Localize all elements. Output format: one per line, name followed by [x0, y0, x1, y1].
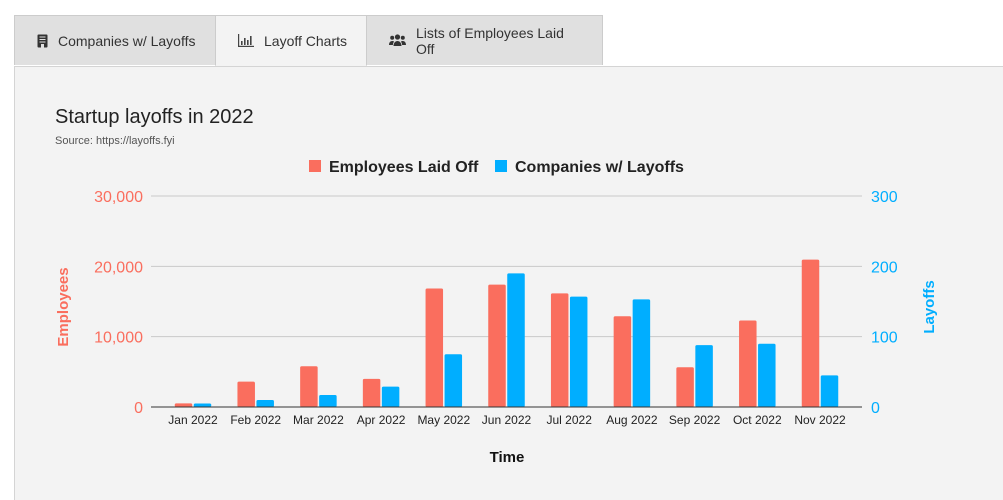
y-right-tick-label: 100	[871, 330, 898, 347]
y-axis-right-title: Layoffs	[921, 280, 938, 333]
bar-employees-oct-2022[interactable]	[739, 320, 757, 407]
x-tick-label: Sep 2022	[669, 413, 721, 427]
y-left-tick-label: 0	[134, 400, 143, 417]
x-axis-ticks: Jan 2022 Feb 2022 Mar 2022 Apr 2022 May 2022…	[168, 413, 846, 427]
y-left-tick-label: 30,000	[94, 189, 143, 206]
bar-companies-mar-2022[interactable]	[319, 395, 337, 407]
bar-companies-apr-2022[interactable]	[381, 386, 400, 407]
bar-companies-jul-2022[interactable]	[569, 296, 588, 407]
x-tick-label: May 2022	[417, 413, 470, 427]
bar-companies-nov-2022[interactable]	[820, 375, 839, 407]
bar-employees-mar-2022[interactable]	[300, 366, 318, 407]
y-axis-left-title: Employees	[55, 267, 72, 346]
bar-employees-jun-2022[interactable]	[488, 284, 506, 407]
y-left-tick-label: 20,000	[94, 259, 143, 276]
bar-employees-apr-2022[interactable]	[362, 378, 381, 407]
bar-employees-may-2022[interactable]	[425, 288, 444, 407]
bar-employees-nov-2022[interactable]	[801, 259, 820, 407]
x-axis-title: Time	[490, 449, 525, 466]
legend-item-employees[interactable]: Employees Laid Off	[309, 159, 479, 176]
bar-employees-sep-2022[interactable]	[676, 367, 694, 407]
bar-employees-jul-2022[interactable]	[550, 293, 569, 407]
bar-companies-sep-2022[interactable]	[695, 345, 713, 407]
legend-swatch-companies	[495, 160, 507, 172]
x-tick-label: Feb 2022	[230, 413, 281, 427]
x-tick-label: Nov 2022	[794, 413, 846, 427]
bar-companies-oct-2022[interactable]	[758, 343, 776, 407]
legend-label-companies: Companies w/ Layoffs	[515, 159, 684, 176]
y-right-tick-label: 300	[871, 189, 898, 206]
legend: Employees Laid Off Companies w/ Layoffs	[309, 159, 684, 176]
x-tick-label: Mar 2022	[293, 413, 344, 427]
chart-title: Startup layoffs in 2022	[55, 106, 254, 128]
x-tick-label: Jun 2022	[482, 413, 532, 427]
bar-companies-aug-2022[interactable]	[632, 299, 651, 407]
x-tick-label: Jan 2022	[168, 413, 218, 427]
x-tick-label: Aug 2022	[606, 413, 658, 427]
y-axis-right: 0 100 200 300	[871, 189, 898, 417]
legend-item-companies[interactable]: Companies w/ Layoffs	[495, 159, 684, 176]
gridlines	[151, 195, 862, 338]
x-tick-label: Apr 2022	[357, 413, 406, 427]
bar-employees-feb-2022[interactable]	[237, 381, 255, 407]
legend-label-employees: Employees Laid Off	[329, 159, 479, 176]
y-left-tick-label: 10,000	[94, 330, 143, 347]
x-tick-label: Jul 2022	[547, 413, 593, 427]
y-right-tick-label: 0	[871, 400, 880, 417]
bar-companies-feb-2022[interactable]	[256, 399, 274, 407]
bar-companies-may-2022[interactable]	[444, 354, 463, 407]
bars	[174, 259, 839, 407]
bar-employees-jan-2022[interactable]	[174, 403, 193, 407]
bar-companies-jan-2022[interactable]	[193, 403, 212, 407]
chart-subtitle: Source: https://layoffs.fyi	[55, 135, 175, 147]
bar-companies-jun-2022[interactable]	[507, 273, 525, 407]
bar-employees-aug-2022[interactable]	[613, 316, 632, 407]
legend-swatch-employees	[309, 160, 321, 172]
layoffs-chart: Startup layoffs in 2022 Source: https://…	[55, 106, 938, 466]
y-right-tick-label: 200	[871, 259, 898, 276]
y-axis-left: 0 10,000 20,000 30,000	[94, 189, 143, 417]
x-tick-label: Oct 2022	[733, 413, 782, 427]
